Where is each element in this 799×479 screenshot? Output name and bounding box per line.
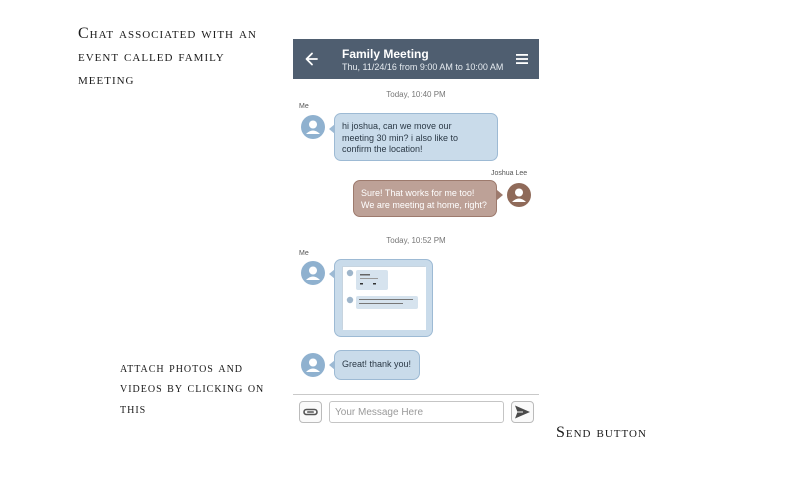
annotation-chat-description: Chat associated with an event called fam… — [78, 25, 257, 89]
annotation-send-description: Send button — [556, 424, 647, 441]
message-line: hi joshua, can we move our — [342, 121, 452, 131]
message-timestamp: Today, 10:52 PM — [386, 236, 446, 245]
send-button[interactable] — [511, 401, 534, 423]
paperclip-icon — [303, 408, 318, 416]
message-timestamp: Today, 10:40 PM — [386, 90, 446, 99]
event-title: Family Meeting — [342, 47, 429, 61]
message-line: Sure! That works for me too! — [361, 188, 475, 198]
hamburger-menu-icon[interactable] — [515, 52, 529, 66]
composer-divider — [293, 394, 539, 395]
message-input[interactable] — [329, 401, 504, 423]
sender-name: Me — [299, 250, 309, 257]
user-icon — [306, 266, 320, 280]
screenshot-thumbnail-image — [343, 267, 426, 330]
event-datetime: Thu, 11/24/16 from 9:00 AM to 10:00 AM — [342, 62, 504, 72]
user-icon — [306, 358, 320, 372]
annotation-attach-description: attach photos and videos by clicking on … — [120, 361, 265, 417]
bubble-tail — [497, 190, 503, 200]
message-bubble[interactable]: Sure! That works for me too! We are meet… — [353, 180, 497, 217]
attach-button[interactable] — [299, 401, 322, 423]
message-line: meeting 30 min? i also like to — [342, 132, 459, 143]
message-line: We are meeting at home, right? — [361, 199, 487, 210]
message-line: confirm the location! — [342, 144, 423, 155]
user-icon — [512, 188, 526, 202]
image-attachment[interactable] — [342, 266, 426, 330]
avatar[interactable] — [301, 115, 325, 139]
arrow-left-icon[interactable] — [304, 49, 320, 69]
sender-name: Joshua Lee — [491, 170, 528, 177]
image-message-bubble[interactable] — [334, 259, 433, 337]
sender-name: Me — [299, 103, 309, 110]
chat-screen: Family Meeting Thu, 11/24/16 from 9:00 A… — [293, 39, 539, 431]
message-bubble[interactable]: hi joshua, can we move our meeting 30 mi… — [334, 113, 498, 161]
paper-plane-send-icon — [515, 405, 530, 419]
user-icon — [306, 120, 320, 134]
avatar[interactable] — [301, 353, 325, 377]
app-header: Family Meeting Thu, 11/24/16 from 9:00 A… — [293, 39, 539, 79]
avatar[interactable] — [507, 183, 531, 207]
avatar[interactable] — [301, 261, 325, 285]
message-bubble[interactable]: Great! thank you! — [334, 350, 420, 380]
